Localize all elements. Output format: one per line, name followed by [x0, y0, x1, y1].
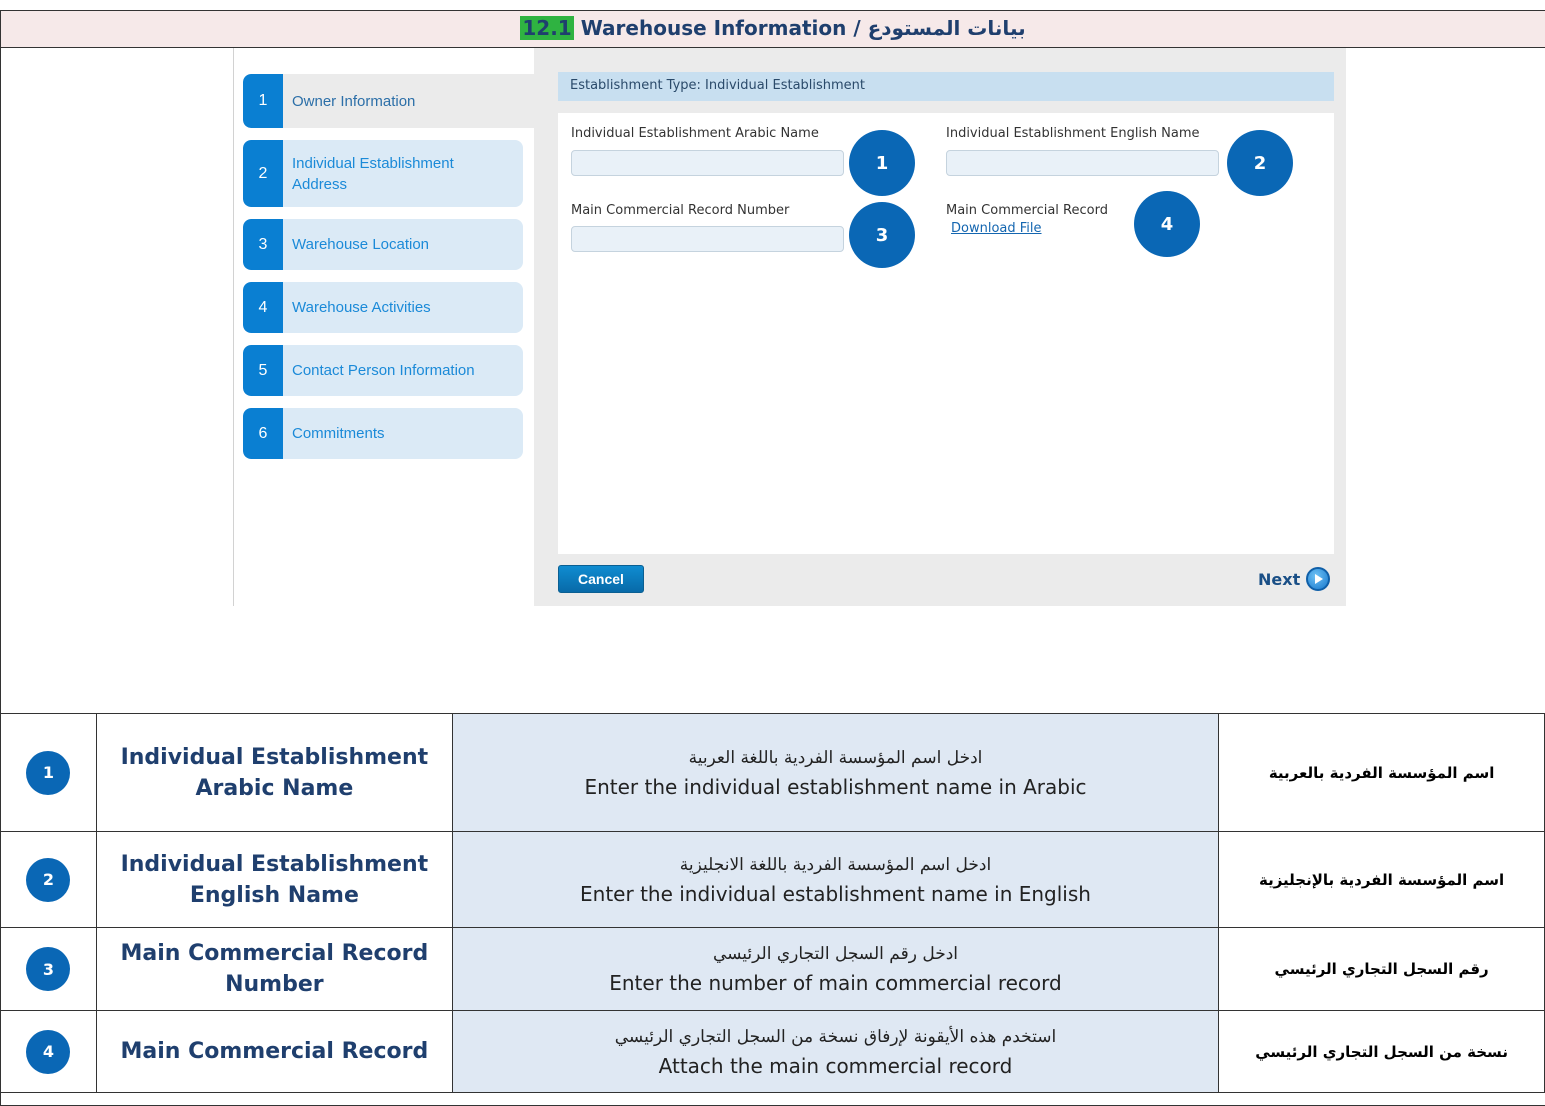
field-name-english: Main Commercial Record Number — [95, 927, 453, 1011]
cr-number-input[interactable] — [571, 226, 844, 252]
callout-marker: 1 — [849, 130, 915, 196]
callout-marker: 4 — [1134, 191, 1200, 257]
step-label: Warehouse Activities — [292, 299, 431, 316]
step-label: Warehouse Location — [292, 236, 430, 253]
establishment-type-banner: Establishment Type: Individual Establish… — [558, 72, 1334, 101]
arabic-name-label: Individual Establishment Arabic Name — [571, 126, 819, 141]
step-number: 4 — [243, 282, 283, 333]
description-english: Attach the main commercial record — [658, 1053, 1013, 1078]
step-number: 5 — [243, 345, 283, 396]
section-title-english: Warehouse Information — [580, 16, 847, 40]
arrow-right-icon — [1306, 567, 1331, 591]
next-label: Next — [1258, 569, 1301, 589]
callout-marker: 2 — [1227, 130, 1293, 196]
field-name-english: Individual Establishment English Name — [95, 831, 453, 928]
cr-number-label: Main Commercial Record Number — [571, 203, 790, 218]
sidebar-step-commitments[interactable]: 6 Commitments — [243, 408, 523, 459]
description-english: Enter the individual establishment name … — [584, 774, 1087, 799]
download-file-link[interactable]: Download File — [951, 221, 1042, 236]
field-description-table: 1 Individual Establishment Arabic Name ا… — [0, 713, 1545, 1093]
description-arabic: استخدم هذه الأيقونة لإرفاق نسخة من السجل… — [614, 1026, 1057, 1047]
field-name-english: Main Commercial Record — [95, 1010, 453, 1093]
description-english: Enter the number of main commercial reco… — [609, 971, 1062, 995]
sidebar-step-contact-person[interactable]: 5 Contact Person Information — [243, 345, 523, 396]
sidebar-step-warehouse-location[interactable]: 3 Warehouse Location — [243, 219, 523, 270]
english-name-input[interactable] — [946, 150, 1219, 176]
step-number: 6 — [243, 408, 283, 459]
table-row: 2 Individual Establishment English Name … — [0, 831, 1545, 928]
arabic-name-input[interactable] — [571, 150, 844, 176]
step-number: 3 — [243, 219, 283, 270]
field-description: ادخل اسم المؤسسة الفردية باللغة العربية … — [451, 713, 1220, 832]
step-label: Individual Establishment Address — [292, 154, 454, 193]
step-label: Owner Information — [292, 92, 416, 110]
description-english: Enter the individual establishment name … — [580, 881, 1091, 906]
row-number-badge: 3 — [26, 947, 71, 991]
field-name-arabic: اسم المؤسسة الفردية بالعربية — [1218, 713, 1545, 832]
field-description: استخدم هذه الأيقونة لإرفاق نسخة من السجل… — [451, 1010, 1220, 1093]
callout-marker: 3 — [849, 202, 915, 268]
section-title: 12.1 Warehouse Information / بيانات المس… — [1, 16, 1545, 40]
row-number-badge: 1 — [26, 750, 71, 795]
section-title-arabic: بيانات المستودع — [867, 16, 1026, 40]
field-name-arabic: اسم المؤسسة الفردية بالإنجليزية — [1218, 831, 1545, 928]
field-name-arabic: رقم السجل التجاري الرئيسي — [1218, 927, 1545, 1011]
step-number: 1 — [243, 74, 283, 128]
description-arabic: ادخل اسم المؤسسة الفردية باللغة الانجليز… — [679, 854, 992, 875]
form-body — [558, 113, 1334, 554]
row-number-badge: 2 — [26, 857, 71, 902]
cancel-button[interactable]: Cancel — [558, 565, 644, 593]
english-name-label: Individual Establishment English Name — [946, 126, 1200, 141]
field-name-arabic: نسخة من السجل التجاري الرئيسي — [1218, 1010, 1545, 1093]
section-title-bar: 12.1 Warehouse Information / بيانات المس… — [0, 10, 1545, 48]
table-row: 4 Main Commercial Record استخدم هذه الأي… — [0, 1010, 1545, 1093]
sidebar-step-establishment-address[interactable]: 2 Individual Establishment Address — [243, 140, 523, 207]
field-description: ادخل اسم المؤسسة الفردية باللغة الانجليز… — [451, 831, 1220, 928]
cr-label: Main Commercial Record — [946, 203, 1108, 218]
field-description: ادخل رقم السجل التجاري الرئيسي Enter the… — [451, 927, 1220, 1011]
sidebar-step-warehouse-activities[interactable]: 4 Warehouse Activities — [243, 282, 523, 333]
table-row: 1 Individual Establishment Arabic Name ا… — [0, 713, 1545, 832]
step-label: Contact Person Information — [292, 362, 475, 379]
description-arabic: ادخل رقم السجل التجاري الرئيسي — [712, 944, 959, 964]
row-number-badge: 4 — [26, 1029, 71, 1074]
field-name-english: Individual Establishment Arabic Name — [95, 713, 453, 832]
section-number: 12.1 — [520, 16, 574, 40]
sidebar-step-owner-information[interactable]: 1 Owner Information — [243, 74, 535, 128]
step-number: 2 — [243, 140, 283, 207]
description-arabic: ادخل اسم المؤسسة الفردية باللغة العربية — [688, 747, 983, 768]
table-row: 3 Main Commercial Record Number ادخل رقم… — [0, 927, 1545, 1011]
title-separator: / — [853, 16, 861, 40]
step-label: Commitments — [292, 425, 385, 442]
next-button[interactable]: Next — [1258, 567, 1331, 591]
